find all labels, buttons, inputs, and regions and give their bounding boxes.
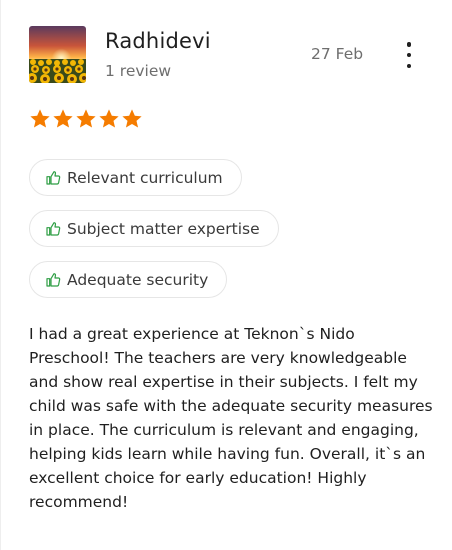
star-icon [30,109,50,128]
dot [406,63,412,68]
thumbs-up-icon [46,221,61,236]
thumbs-up-icon [46,170,61,185]
reviewer-avatar[interactable] [29,26,86,83]
review-date: 27 Feb [311,45,364,63]
thumbs-up-icon [46,272,61,287]
star-icon [122,109,142,128]
review-text: I had a great experience at Teknon`s Nid… [29,325,433,511]
more-options-icon[interactable] [399,42,419,68]
dot [406,52,412,58]
highlight-chip-relevant-curriculum[interactable]: Relevant curriculum [29,159,242,196]
highlight-chip-subject-matter-expertise[interactable]: Subject matter expertise [29,210,279,247]
sunflower-field-avatar-image [29,26,86,83]
star-rating [29,108,143,130]
highlight-label: Subject matter expertise [67,219,260,238]
dot [406,42,412,47]
reviewer-review-count[interactable]: 1 review [105,62,171,80]
star-icon [99,109,119,128]
highlight-chip-adequate-security[interactable]: Adequate security [29,261,228,298]
star-icon [76,109,96,128]
highlight-label: Adequate security [67,270,209,289]
highlight-label: Relevant curriculum [67,168,223,187]
star-icon [53,109,73,128]
reviewer-name[interactable]: Radhidevi [105,29,211,53]
review-card: Radhidevi 1 review 27 Feb Relevant curri… [0,0,452,550]
